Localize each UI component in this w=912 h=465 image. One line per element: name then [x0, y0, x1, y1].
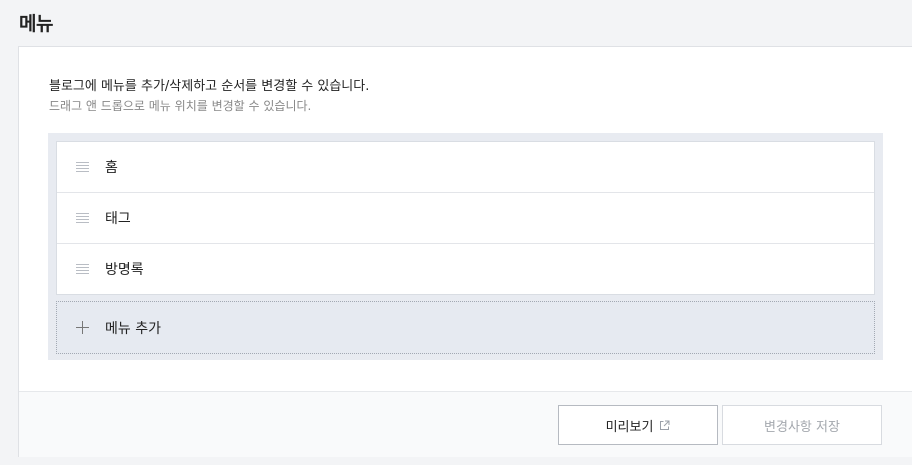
menu-item-guestbook[interactable]: 방명록 [57, 244, 874, 294]
drag-handle-icon[interactable] [76, 264, 89, 274]
add-menu-label: 메뉴 추가 [105, 320, 161, 337]
add-menu-button[interactable]: 메뉴 추가 [56, 301, 875, 354]
description-main: 블로그에 메뉴를 추가/삭제하고 순서를 변경할 수 있습니다. [49, 79, 370, 94]
footer-actions: 미리보기 변경사항 저장 [19, 391, 912, 457]
menu-editor: 홈 태그 방명록 메뉴 추가 [48, 133, 883, 360]
page-title: 메뉴 [19, 13, 53, 35]
menu-item-home[interactable]: 홈 [57, 142, 874, 193]
menu-item-label: 방명록 [105, 262, 144, 278]
save-changes-button[interactable]: 변경사항 저장 [722, 405, 882, 445]
menu-settings-panel: 블로그에 메뉴를 추가/삭제하고 순서를 변경할 수 있습니다. 드래그 앤 드… [18, 46, 912, 457]
external-link-icon [660, 420, 670, 430]
description-sub: 드래그 앤 드롭으로 메뉴 위치를 변경할 수 있습니다. [49, 99, 312, 113]
menu-item-tag[interactable]: 태그 [57, 193, 874, 244]
drag-handle-icon[interactable] [76, 213, 89, 223]
plus-icon [76, 321, 89, 334]
preview-button[interactable]: 미리보기 [558, 405, 718, 445]
drag-handle-icon[interactable] [76, 162, 89, 172]
menu-item-label: 홈 [105, 160, 118, 176]
preview-button-label: 미리보기 [605, 419, 654, 435]
menu-list: 홈 태그 방명록 [56, 141, 875, 295]
menu-item-label: 태그 [105, 211, 131, 227]
